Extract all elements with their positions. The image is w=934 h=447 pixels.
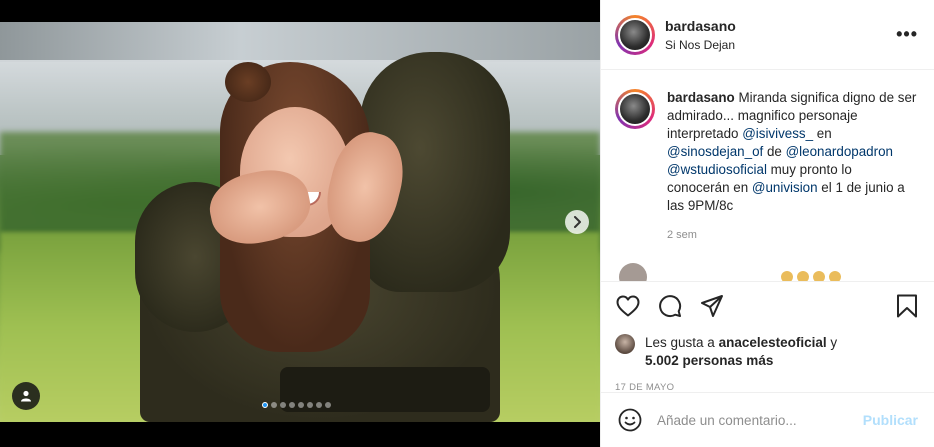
carousel-dot	[316, 402, 322, 408]
caption-username[interactable]: bardasano	[667, 90, 735, 105]
like-button[interactable]	[615, 293, 641, 319]
comment-avatar[interactable]	[619, 263, 647, 281]
person-hair-bun	[225, 62, 271, 102]
publish-button[interactable]: Publicar	[863, 412, 918, 428]
likes-summary: Les gusta a anacelesteoficial y 5.002 pe…	[615, 334, 920, 370]
post-header: bardasano Si Nos Dejan •••	[601, 0, 934, 70]
action-icon-row	[615, 292, 920, 320]
emoji-icon	[781, 271, 793, 281]
save-button[interactable]	[894, 293, 920, 319]
comments-section: bardasano Miranda significa digno de ser…	[601, 71, 934, 281]
caption-text: bardasano Miranda significa digno de ser…	[667, 89, 917, 215]
carousel-dot	[280, 402, 286, 408]
bookmark-icon	[897, 294, 917, 318]
carousel-dot	[289, 402, 295, 408]
comment-button[interactable]	[657, 293, 683, 319]
caption-mention-link[interactable]: @wstudiosoficial	[667, 162, 767, 177]
header-text: bardasano Si Nos Dejan	[665, 18, 736, 52]
user-tag-button[interactable]	[12, 382, 40, 410]
caption-mention-link[interactable]: @univision	[752, 180, 818, 195]
emoji-icon	[829, 271, 841, 281]
header-location[interactable]: Si Nos Dejan	[665, 38, 736, 52]
more-options-button[interactable]: •••	[896, 24, 918, 45]
emoji-icon	[797, 271, 809, 281]
post-media	[0, 0, 600, 447]
caption-text-segment: en	[813, 126, 832, 141]
header-username[interactable]: bardasano	[665, 18, 736, 34]
liker-avatar[interactable]	[615, 334, 635, 354]
likes-mid: y	[826, 335, 838, 350]
carousel-next-button[interactable]	[565, 210, 589, 234]
post-actions: Les gusta a anacelesteoficial y 5.002 pe…	[601, 281, 934, 393]
photo-person	[130, 22, 510, 422]
caption-mention-link[interactable]: @sinosdejan_of	[667, 144, 763, 159]
caption-row: bardasano Miranda significa digno de ser…	[615, 89, 918, 215]
likes-prefix: Les gusta a	[645, 335, 719, 350]
emoji-picker-button[interactable]	[617, 407, 643, 433]
caption-mention-link[interactable]: @isivivess_	[742, 126, 813, 141]
carousel-dot	[262, 402, 268, 408]
carousel-dot	[271, 402, 277, 408]
paper-plane-icon	[701, 295, 723, 317]
caption-avatar	[618, 92, 652, 126]
caption-mention-link[interactable]: @leonardopadron	[786, 144, 893, 159]
story-ring[interactable]	[615, 14, 655, 55]
liker-username[interactable]: anacelesteoficial	[719, 335, 827, 350]
next-comment-peek	[619, 263, 918, 281]
caption-text-segment: de	[763, 144, 786, 159]
caption-story-ring[interactable]	[615, 89, 655, 129]
chevron-right-icon	[574, 216, 581, 228]
instagram-post: bardasano Si Nos Dejan ••• bardasano Mir…	[0, 0, 934, 447]
emoji-icon	[813, 271, 825, 281]
share-button[interactable]	[699, 293, 725, 319]
carousel-dot	[307, 402, 313, 408]
carousel-dot	[325, 402, 331, 408]
likes-text: Les gusta a anacelesteoficial y 5.002 pe…	[645, 334, 837, 370]
smiley-icon	[618, 408, 642, 432]
comment-bubble-icon	[659, 295, 682, 318]
post-side-panel: bardasano Si Nos Dejan ••• bardasano Mir…	[600, 0, 934, 447]
likes-count[interactable]: 5.002 personas más	[645, 353, 773, 368]
user-tag-icon	[21, 390, 31, 402]
carousel-indicator	[262, 402, 331, 408]
carousel-dot	[298, 402, 304, 408]
caption-time-ago[interactable]: 2 sem	[667, 229, 918, 241]
heart-icon	[616, 295, 640, 317]
comment-input[interactable]	[657, 412, 863, 428]
add-comment-bar: Publicar	[601, 392, 934, 447]
avatar	[618, 17, 652, 52]
more-options-icon: •••	[896, 24, 918, 44]
